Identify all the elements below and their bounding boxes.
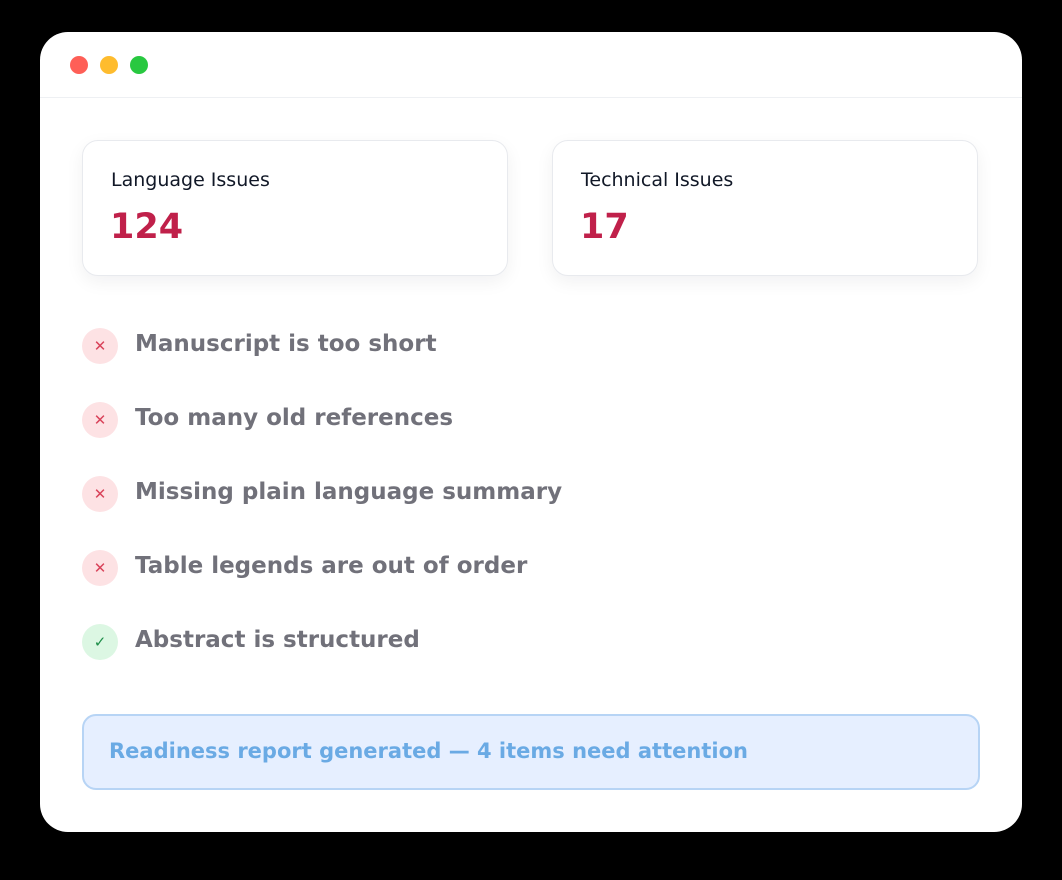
- checklist-item-label: Missing plain language summary: [135, 479, 563, 505]
- checklist-item-label: Abstract is structured: [135, 627, 420, 653]
- technical-issues-card: Technical Issues 17: [552, 140, 978, 276]
- app-window: Language Issues 124 Technical Issues 17 …: [40, 32, 1022, 832]
- title-bar: [40, 32, 1022, 98]
- checklist-item-label: Too many old references: [135, 405, 454, 431]
- checklist-item-label: Manuscript is too short: [135, 331, 437, 357]
- x-icon: ✕: [82, 550, 118, 586]
- card-label: Technical Issues: [581, 169, 734, 191]
- card-count: 17: [580, 207, 629, 247]
- card-label: Language Issues: [111, 169, 270, 191]
- close-window-button[interactable]: [70, 56, 88, 74]
- maximize-window-button[interactable]: [130, 56, 148, 74]
- banner-message: Readiness report generated — 4 items nee…: [109, 739, 748, 763]
- language-issues-card: Language Issues 124: [82, 140, 508, 276]
- x-icon: ✕: [82, 476, 118, 512]
- x-icon: ✕: [82, 402, 118, 438]
- check-icon: ✓: [82, 624, 118, 660]
- readiness-report-banner: Readiness report generated — 4 items nee…: [82, 714, 980, 790]
- x-icon: ✕: [82, 328, 118, 364]
- card-count: 124: [110, 207, 184, 247]
- minimize-window-button[interactable]: [100, 56, 118, 74]
- checklist-item-label: Table legends are out of order: [135, 553, 528, 579]
